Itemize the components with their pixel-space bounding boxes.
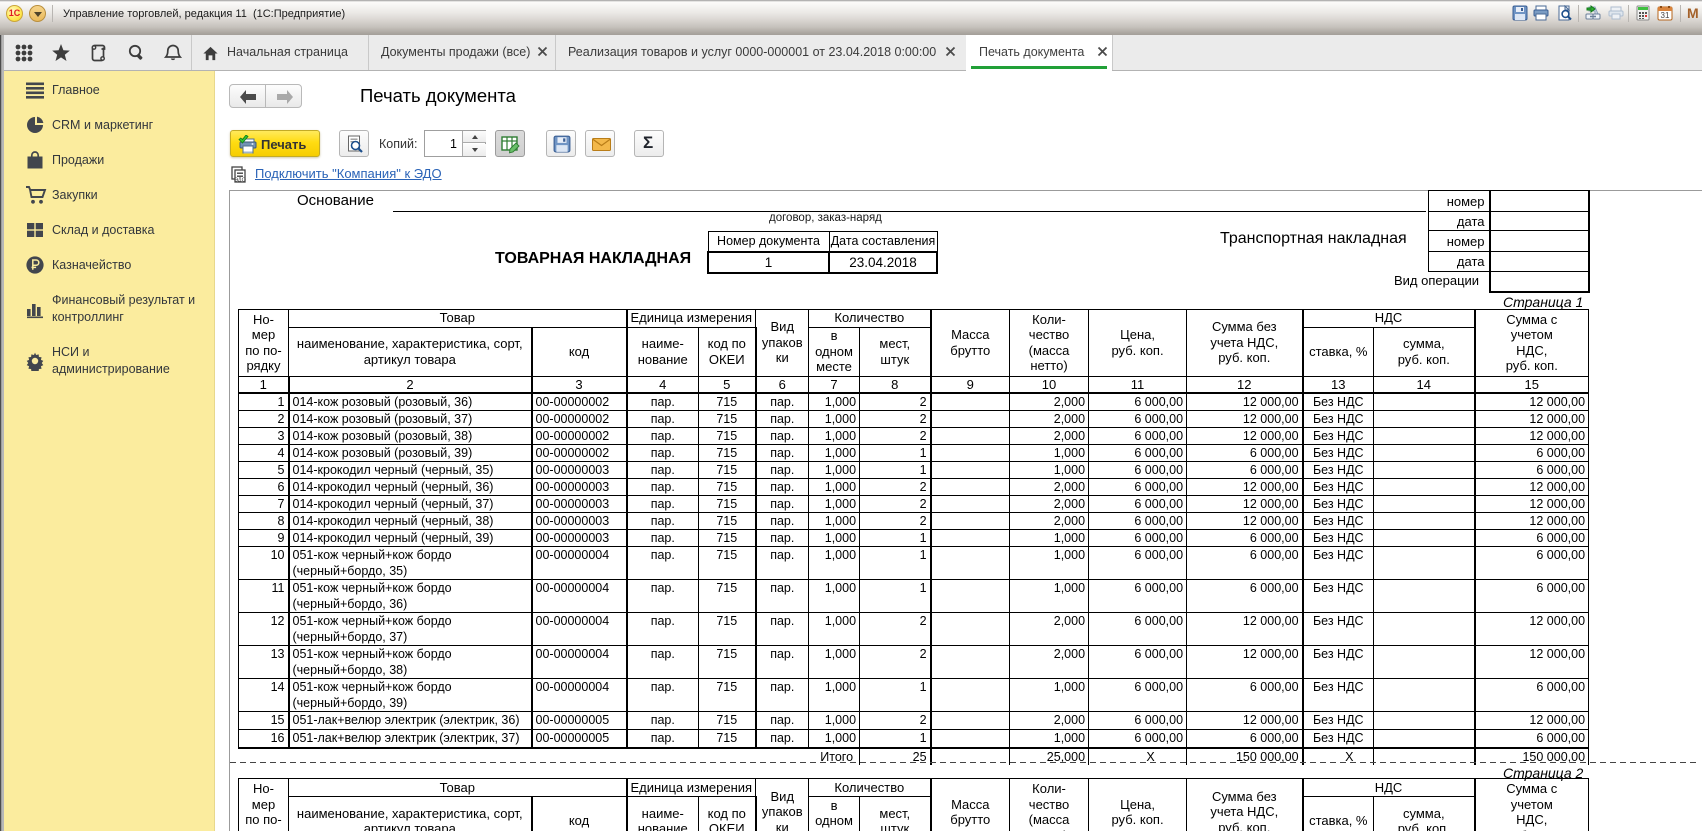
- svg-text:ЭДО: ЭДО: [234, 178, 246, 184]
- svg-text:31: 31: [1661, 11, 1670, 20]
